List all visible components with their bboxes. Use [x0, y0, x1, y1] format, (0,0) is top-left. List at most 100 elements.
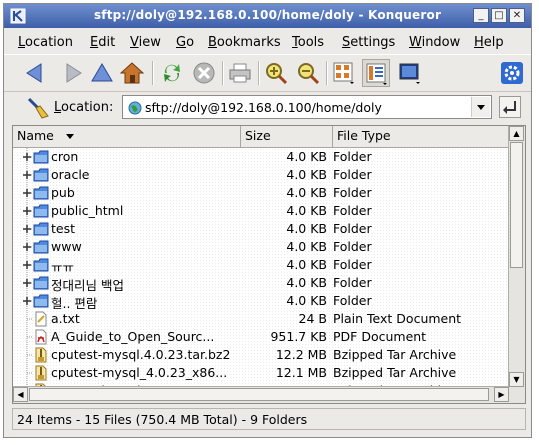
- title-bar[interactable]: sftp://doly@192.168.0.100/home/doly - Ko…: [4, 4, 531, 28]
- minimize-button[interactable]: _: [473, 8, 489, 23]
- file-row[interactable]: a.txt 24 B Plain Text Document: [13, 310, 509, 328]
- file-row[interactable]: 정대리님 백업 4.0 KB Folder: [13, 274, 509, 293]
- zoom-out-icon: [298, 63, 320, 85]
- expand-plus-icon[interactable]: [21, 292, 33, 310]
- expand-plus-icon[interactable]: [21, 148, 33, 166]
- stop-icon: [193, 62, 215, 84]
- file-row[interactable]: test 4.0 KB Folder: [13, 220, 509, 238]
- sort-descending-icon: [66, 134, 74, 139]
- file-row[interactable]: cputest-mysql_4.0.23_x86... 12.1 MB Bzippe…: [13, 364, 509, 382]
- file-name: www: [51, 239, 82, 254]
- back-button[interactable]: [22, 59, 50, 87]
- column-size-header[interactable]: Size: [241, 126, 333, 147]
- scroll-right-arrow[interactable]: ▶: [494, 387, 509, 402]
- location-history-dropdown[interactable]: [471, 97, 490, 117]
- vertical-scroll-thumb[interactable]: [510, 142, 523, 268]
- icon-view-button[interactable]: [330, 59, 358, 87]
- menu-edit[interactable]: Edit: [90, 35, 115, 50]
- text-file-icon: [35, 311, 47, 327]
- menu-location[interactable]: Location: [18, 35, 73, 50]
- file-name: cputest-mysql_4.0.23_x86...: [51, 365, 228, 380]
- file-row[interactable]: oracle 4.0 KB Folder: [13, 166, 509, 184]
- file-name: oracle: [51, 167, 90, 182]
- expand-plus-icon[interactable]: [21, 274, 33, 292]
- stop-button[interactable]: [190, 59, 218, 87]
- menu-help[interactable]: Help: [474, 35, 504, 50]
- print-button[interactable]: [226, 59, 254, 87]
- location-label: Location:: [54, 100, 114, 115]
- file-row[interactable]: cron 4.0 KB Folder: [13, 148, 509, 166]
- horizontal-scroll-thumb[interactable]: [29, 388, 489, 401]
- menu-settings[interactable]: Settings: [342, 35, 395, 50]
- icon-view-icon: [333, 62, 354, 84]
- file-size: 4.0 KB: [286, 221, 327, 236]
- expand-plus-icon[interactable]: [21, 238, 33, 256]
- status-bar: 24 Items - 15 Files (750.4 MB Total) - 9…: [12, 408, 526, 430]
- zoom-in-icon: [266, 63, 288, 85]
- scroll-left-arrow[interactable]: ◀: [13, 387, 28, 402]
- close-button[interactable]: ✕: [509, 8, 525, 23]
- file-size: 4.0 KB: [286, 257, 327, 272]
- zoom-in-button[interactable]: [262, 59, 290, 87]
- column-name-header[interactable]: Name: [13, 126, 241, 147]
- tree-branch-line: [26, 346, 33, 364]
- tree-branch-line: [26, 328, 33, 346]
- expand-plus-icon[interactable]: [21, 202, 33, 220]
- column-type-header[interactable]: File Type: [333, 126, 509, 147]
- expand-plus-icon[interactable]: [21, 220, 33, 238]
- preview-view-button[interactable]: [396, 59, 424, 87]
- file-row[interactable]: ㅠㅠ 4.0 KB Folder: [13, 256, 509, 275]
- file-name: test: [51, 221, 76, 236]
- expand-plus-icon[interactable]: [21, 166, 33, 184]
- window-title: sftp://doly@192.168.0.100/home/doly - Ko…: [93, 8, 442, 22]
- expand-plus-icon[interactable]: [21, 184, 33, 202]
- back-arrow-icon: [26, 63, 42, 83]
- menu-window[interactable]: Window: [409, 35, 460, 50]
- folder-icon: [33, 294, 49, 308]
- forward-button[interactable]: [58, 59, 86, 87]
- home-button[interactable]: [118, 59, 146, 87]
- horizontal-scrollbar[interactable]: ◀ ▶: [13, 386, 509, 403]
- scroll-up-arrow[interactable]: ▲: [509, 126, 524, 141]
- folder-icon: [33, 258, 49, 272]
- file-row[interactable]: A_Guide_to_Open_Sourc... 951.7 KB PDF Docu…: [13, 328, 509, 346]
- file-row[interactable]: cputest-mysql.4.0.23.tar.bz2 12.2 MB Bzipp…: [13, 346, 509, 364]
- menu-go[interactable]: Go: [176, 35, 194, 50]
- network-globe-icon: [128, 101, 142, 115]
- zoom-out-button[interactable]: [294, 59, 322, 87]
- reload-button[interactable]: [158, 59, 186, 87]
- file-row[interactable]: 헐.. 편람 4.0 KB Folder: [13, 292, 509, 311]
- menu-tools[interactable]: Tools: [292, 35, 324, 50]
- reload-icon: [164, 64, 180, 82]
- file-name: A_Guide_to_Open_Sourc...: [51, 329, 215, 344]
- file-size: 24 B: [298, 311, 327, 326]
- detailed-list-view-button[interactable]: [362, 59, 390, 87]
- file-size: 4.0 KB: [286, 185, 327, 200]
- file-type: Folder: [333, 221, 372, 236]
- file-type: Folder: [333, 293, 372, 308]
- tree-branch-line: [26, 364, 33, 382]
- file-name: public_html: [51, 203, 124, 218]
- vertical-scrollbar[interactable]: ▲ ▼: [508, 126, 525, 387]
- up-button[interactable]: [88, 59, 116, 87]
- file-name: pub: [51, 185, 75, 200]
- file-list-view[interactable]: Name Size File Type cron 4.0 KB Folder orac…: [12, 125, 526, 404]
- file-row[interactable]: www 4.0 KB Folder: [13, 238, 509, 256]
- file-row[interactable]: public_html 4.0 KB Folder: [13, 202, 509, 220]
- tree-branch-line: [26, 310, 33, 328]
- clear-location-broom-icon[interactable]: [26, 96, 50, 120]
- scroll-down-arrow[interactable]: ▼: [509, 372, 524, 387]
- menu-view[interactable]: View: [130, 35, 161, 50]
- file-row[interactable]: pub 4.0 KB Folder: [13, 184, 509, 202]
- chevron-down-icon: [477, 105, 485, 110]
- file-type: Bzipped Tar Archive: [333, 347, 457, 362]
- expand-plus-icon[interactable]: [21, 256, 33, 274]
- configure-button[interactable]: [498, 59, 526, 87]
- menu-bookmarks[interactable]: Bookmarks: [208, 35, 281, 50]
- folder-icon: [33, 222, 49, 236]
- location-input[interactable]: sftp://doly@192.168.0.100/home/doly: [122, 95, 492, 119]
- file-type: PDF Document: [333, 329, 427, 344]
- go-button[interactable]: [499, 96, 521, 118]
- maximize-button[interactable]: □: [491, 8, 507, 23]
- gear-icon: [501, 62, 523, 84]
